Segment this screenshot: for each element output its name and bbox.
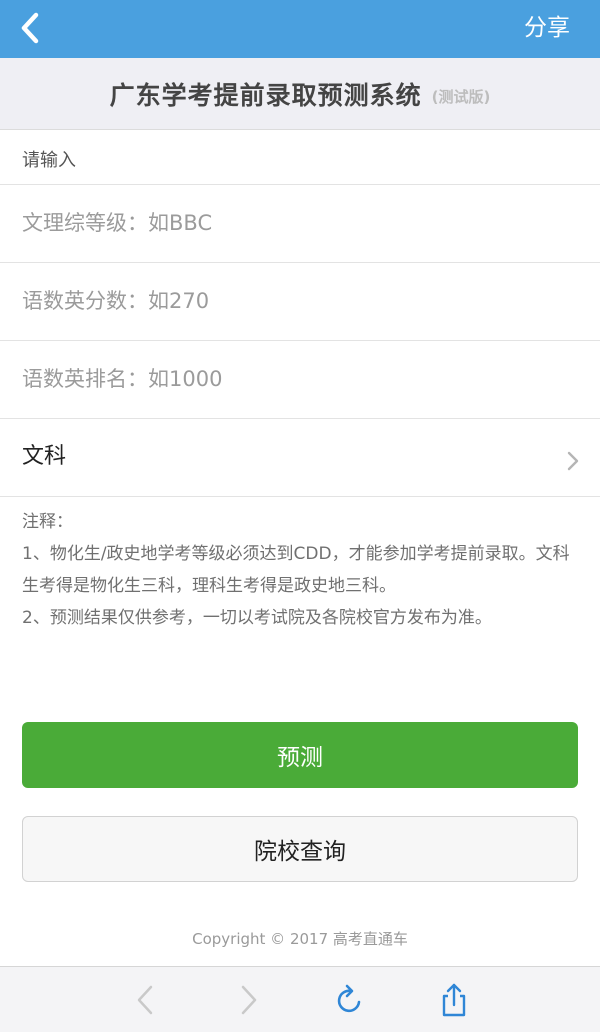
score-field-row — [0, 263, 600, 341]
browser-toolbar — [0, 966, 600, 1032]
subject-select[interactable]: 文科 — [0, 420, 600, 497]
page-subtitle: (测试版) — [431, 88, 491, 106]
back-button[interactable] — [14, 10, 50, 46]
share-button[interactable]: 分享 — [524, 12, 570, 44]
grade-input[interactable] — [22, 185, 582, 261]
page-title: 广东学考提前录取预测系统 — [109, 80, 422, 110]
copyright-text: Copyright © 2017 高考直通车 — [192, 930, 408, 948]
share-icon[interactable] — [438, 983, 470, 1017]
predict-button[interactable]: 预测 — [22, 722, 578, 788]
chevron-right-icon — [567, 451, 579, 471]
school-query-button[interactable]: 院校查询 — [22, 816, 578, 882]
top-nav-bar: 分享 — [0, 0, 600, 58]
forward-arrow-icon[interactable] — [232, 983, 264, 1017]
input-section-label: 请输入 — [0, 130, 600, 185]
page-title-bar: 广东学考提前录取预测系统 (测试版) — [0, 58, 600, 130]
notes-item-1: 1、物化生/政史地学考等级必须达到CDD，才能参加学考提前录取。文科生考得是物化… — [22, 544, 570, 596]
rank-field-row — [0, 341, 600, 419]
reload-icon[interactable] — [334, 983, 366, 1017]
back-arrow-icon[interactable] — [130, 983, 162, 1017]
rank-input[interactable] — [22, 341, 582, 417]
notes-item-2: 2、预测结果仅供参考，一切以考试院及各院校官方发布为准。 — [22, 608, 492, 628]
grade-field-row — [0, 185, 600, 263]
subject-select-value: 文科 — [22, 444, 67, 469]
notes-heading: 注释： — [22, 512, 73, 532]
chevron-left-icon — [21, 12, 39, 44]
score-input[interactable] — [22, 263, 582, 339]
notes-block: 注释： 1、物化生/政史地学考等级必须达到CDD，才能参加学考提前录取。文科生考… — [22, 506, 582, 634]
